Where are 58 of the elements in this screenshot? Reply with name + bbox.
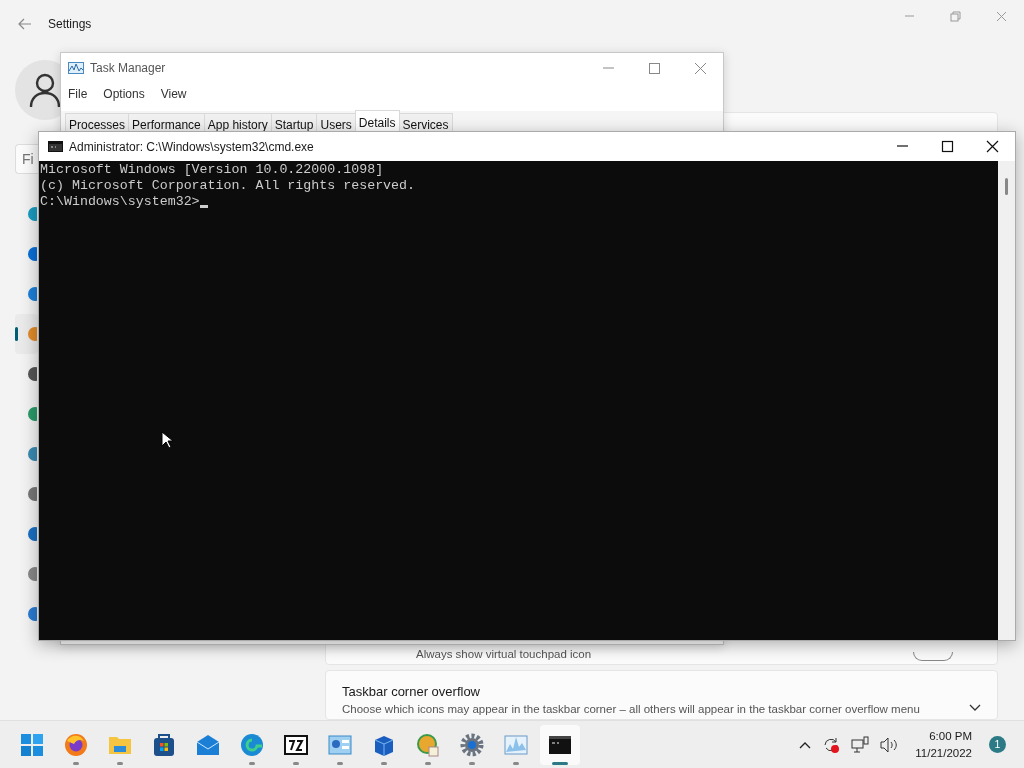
- console-icon: [48, 141, 63, 152]
- clock-date: 11/21/2022: [915, 745, 972, 761]
- nav-icon: [27, 206, 37, 222]
- maximize-icon: [647, 62, 661, 74]
- close-icon: [693, 62, 707, 74]
- console-line: (c) Microsoft Corporation. All rights reserved.: [40, 178, 416, 194]
- menu-item[interactable]: Options: [103, 85, 145, 103]
- wave-icon: [240, 732, 264, 757]
- toggle-label: Always show virtual touchpad icon: [416, 647, 592, 661]
- sync-icon[interactable]: [822, 735, 841, 754]
- nav-icon: [27, 366, 37, 382]
- scroll-thumb[interactable]: [1005, 178, 1008, 195]
- globe-icon: [416, 732, 440, 757]
- taskbar-button[interactable]: [540, 724, 580, 765]
- notification-badge[interactable]: 1: [989, 736, 1006, 753]
- close-icon: [995, 10, 1007, 22]
- console-line: Microsoft Windows [Version 10.0.22000.1098]: [40, 162, 384, 178]
- expander-card[interactable]: Taskbar corner overflow Choose which icons may appear in the taskbar corner – all others will appear in the taskbar corner overflow menu: [325, 670, 998, 720]
- nav-icon: [27, 446, 37, 462]
- nav-icon: [27, 286, 37, 302]
- chart-icon: [504, 732, 528, 757]
- console-line: C:\Windows\system32>: [40, 194, 200, 210]
- nav-icon: [27, 406, 37, 422]
- chart-icon: [68, 62, 84, 74]
- nav-icon: [27, 566, 37, 582]
- window-title: Administrator: C:\Windows\system32\cmd.exe: [69, 138, 315, 156]
- windows-logo-icon: [20, 732, 44, 757]
- menu-item[interactable]: View: [160, 85, 187, 103]
- nav-icon: [27, 606, 37, 622]
- nav-item[interactable]: [15, 314, 38, 354]
- network-icon[interactable]: [851, 735, 870, 754]
- clock-time: 6:00 PM: [929, 728, 972, 744]
- window-title: Task Manager: [90, 60, 167, 77]
- text-cursor: [199, 205, 208, 208]
- restore-icon: [949, 10, 961, 22]
- maximize-icon: [941, 140, 954, 153]
- chevron-up-icon[interactable]: [799, 740, 812, 749]
- scrollbar[interactable]: [998, 161, 1015, 640]
- panel-icon: [328, 732, 352, 757]
- nav-icon: [27, 246, 37, 262]
- bag-icon: [152, 732, 176, 757]
- volume-icon[interactable]: [880, 736, 899, 753]
- card-title: Taskbar corner overflow: [342, 682, 481, 701]
- menu-item[interactable]: File: [68, 85, 88, 103]
- gear-icon: [460, 732, 484, 757]
- cursor-icon: [161, 431, 173, 449]
- nav-icon: [27, 326, 37, 342]
- fox-icon: [64, 732, 88, 757]
- envelope-icon: [196, 732, 220, 757]
- back-icon[interactable]: [18, 18, 32, 30]
- close-icon: [986, 140, 999, 153]
- window-title: Settings: [48, 16, 92, 33]
- nav-icon: [27, 526, 37, 542]
- nav-icon: [27, 486, 37, 502]
- card-description: Choose which icons may appear in the taskbar corner – all others will appear in the taskbar corner overflow menu: [342, 702, 921, 718]
- clock[interactable]: 6:00 PM 11/21/2022: [915, 727, 972, 762]
- archive-icon: [284, 732, 308, 757]
- search-field[interactable]: Fi: [15, 144, 38, 174]
